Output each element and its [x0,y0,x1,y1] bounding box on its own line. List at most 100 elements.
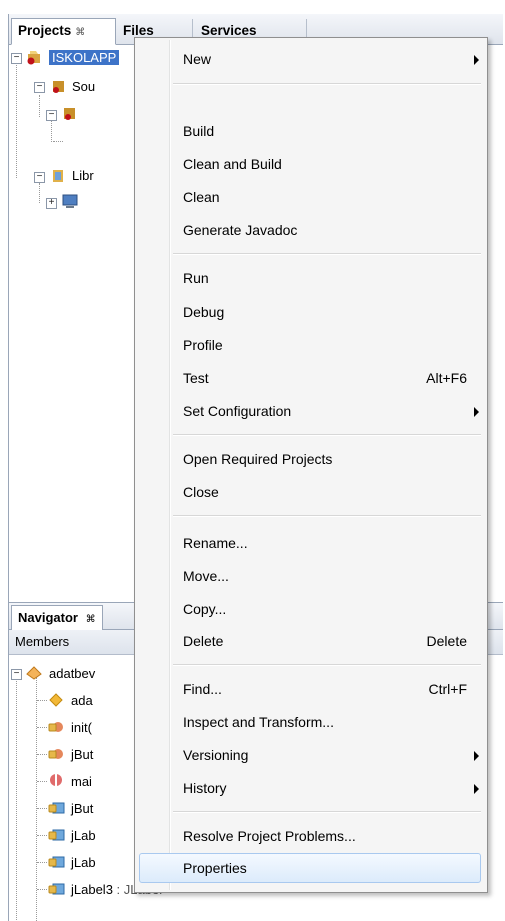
nav-class-label[interactable]: adatbev [49,666,95,681]
tree-guide [37,754,47,755]
submenu-arrow-icon [474,751,479,761]
menu-item-close[interactable]: Close [139,477,481,507]
nav-member-label[interactable]: jLab [71,855,96,870]
tree-guide [37,700,47,701]
menu-item-history[interactable]: History [139,773,481,803]
expand-toggle-icon[interactable]: + [46,198,57,209]
menu-item-delete[interactable]: Delete Delete [139,626,481,656]
menu-separator [173,515,481,517]
menu-separator [173,664,481,666]
menu-item-label: Clean [183,189,220,205]
tree-guide [39,95,40,117]
libraries-label[interactable]: Libr [72,168,94,183]
collapse-toggle-icon[interactable]: − [11,669,22,680]
menu-item-run[interactable]: Run [139,263,481,293]
tab-navigator[interactable]: Navigator ⌘ [11,605,103,630]
tab-projects-label: Projects [18,23,72,38]
tree-guide [16,675,17,920]
menu-item-label: Resolve Project Problems... [183,828,356,844]
tab-close-icon[interactable]: ⌘ [75,27,85,38]
menu-item-label: Find... [183,681,222,697]
tree-guide [16,63,17,178]
menu-item-label: Versioning [183,747,249,763]
tree-guide [37,808,47,809]
tree-guide [36,677,37,921]
menu-item-test[interactable]: Test Alt+F6 [139,363,481,393]
tree-guide [37,835,47,836]
menu-item-rename[interactable]: Rename... [139,528,481,558]
nav-member-label[interactable]: jLab [71,828,96,843]
tab-projects[interactable]: Projects ⌘ [11,18,116,45]
package-error-icon [64,108,75,120]
menu-item-generate-javadoc[interactable]: Generate Javadoc [139,215,481,245]
static-method-icon [50,774,62,786]
menu-item-label: Inspect and Transform... [183,714,334,730]
private-field-icon [48,802,65,814]
tree-guide [37,862,47,863]
menu-item-debug[interactable]: Debug [139,297,481,327]
tab-navigator-label: Navigator [18,610,78,625]
menu-separator [173,253,481,255]
tab-services-label: Services [201,23,257,38]
tree-guide [51,120,52,142]
menu-item-new[interactable]: New [139,44,481,74]
menu-item-properties[interactable]: Properties [139,853,481,883]
menu-item-move[interactable]: Move... [139,561,481,591]
menu-item-set-configuration[interactable]: Set Configuration [139,396,481,426]
menu-item-find[interactable]: Find... Ctrl+F [139,674,481,704]
collapse-toggle-icon[interactable]: − [11,53,22,64]
menu-item-inspect-and-transform[interactable]: Inspect and Transform... [139,707,481,737]
menu-item-label: Copy... [183,601,227,617]
collapse-toggle-icon[interactable]: − [34,82,45,93]
private-field-icon [48,883,65,895]
menu-item-label: Set Configuration [183,403,292,419]
menu-item-resolve-project-problems[interactable]: Resolve Project Problems... [139,821,481,851]
menu-item-shortcut: Delete [426,633,467,649]
menu-item-build[interactable]: Build [139,116,481,146]
menu-separator [173,434,481,436]
tree-guide [37,781,47,782]
submenu-arrow-icon [474,407,479,417]
jdk-library-icon [62,194,78,208]
private-field-icon [48,856,65,868]
tab-close-icon[interactable]: ⌘ [86,614,96,625]
nav-member-label[interactable]: jBut [71,801,93,816]
menu-item-versioning[interactable]: Versioning [139,740,481,770]
tab-files-label: Files [123,23,154,38]
nav-member-label[interactable]: jBut [71,747,93,762]
private-field-icon [48,829,65,841]
menu-item-label: Properties [183,860,247,876]
libraries-icon [53,170,63,182]
menu-item-label: Open Required Projects [183,451,333,467]
menu-item-label: Run [183,270,209,286]
menu-item-shortcut: Ctrl+F [428,681,468,697]
tree-guide [37,889,47,890]
collapse-toggle-icon[interactable]: − [34,172,45,183]
nav-member-label[interactable]: mai [71,774,92,789]
menu-item-label: Clean and Build [183,156,282,172]
menu-item-profile[interactable]: Profile [139,330,481,360]
menu-item-label: Delete [183,633,224,649]
menu-item-label: New [183,51,212,67]
private-method-icon [48,749,63,759]
menu-item-open-required-projects[interactable]: Open Required Projects [139,444,481,474]
tree-guide [37,727,47,728]
field-icon [49,693,63,707]
menu-item-label: Move... [183,568,229,584]
nav-member-label[interactable]: init( [71,720,92,735]
menu-item-label: Close [183,484,219,500]
menu-item-label: Build [183,123,215,139]
menu-item-clean[interactable]: Clean [139,182,481,212]
menu-item-label: Rename... [183,535,248,551]
nav-member-label[interactable]: ada [71,693,93,708]
menu-separator [173,811,481,813]
project-root-label[interactable]: ISKOLAPP [49,50,120,65]
menu-item-copy[interactable]: Copy... [139,594,481,624]
menu-item-label: Profile [183,337,223,353]
menu-item-clean-and-build[interactable]: Clean and Build [139,149,481,179]
source-packages-label[interactable]: Sou [72,79,95,94]
menu-item-label: History [183,780,227,796]
tree-guide [53,141,63,142]
collapse-toggle-icon[interactable]: − [46,110,57,121]
menu-item-label: Generate Javadoc [183,222,298,238]
